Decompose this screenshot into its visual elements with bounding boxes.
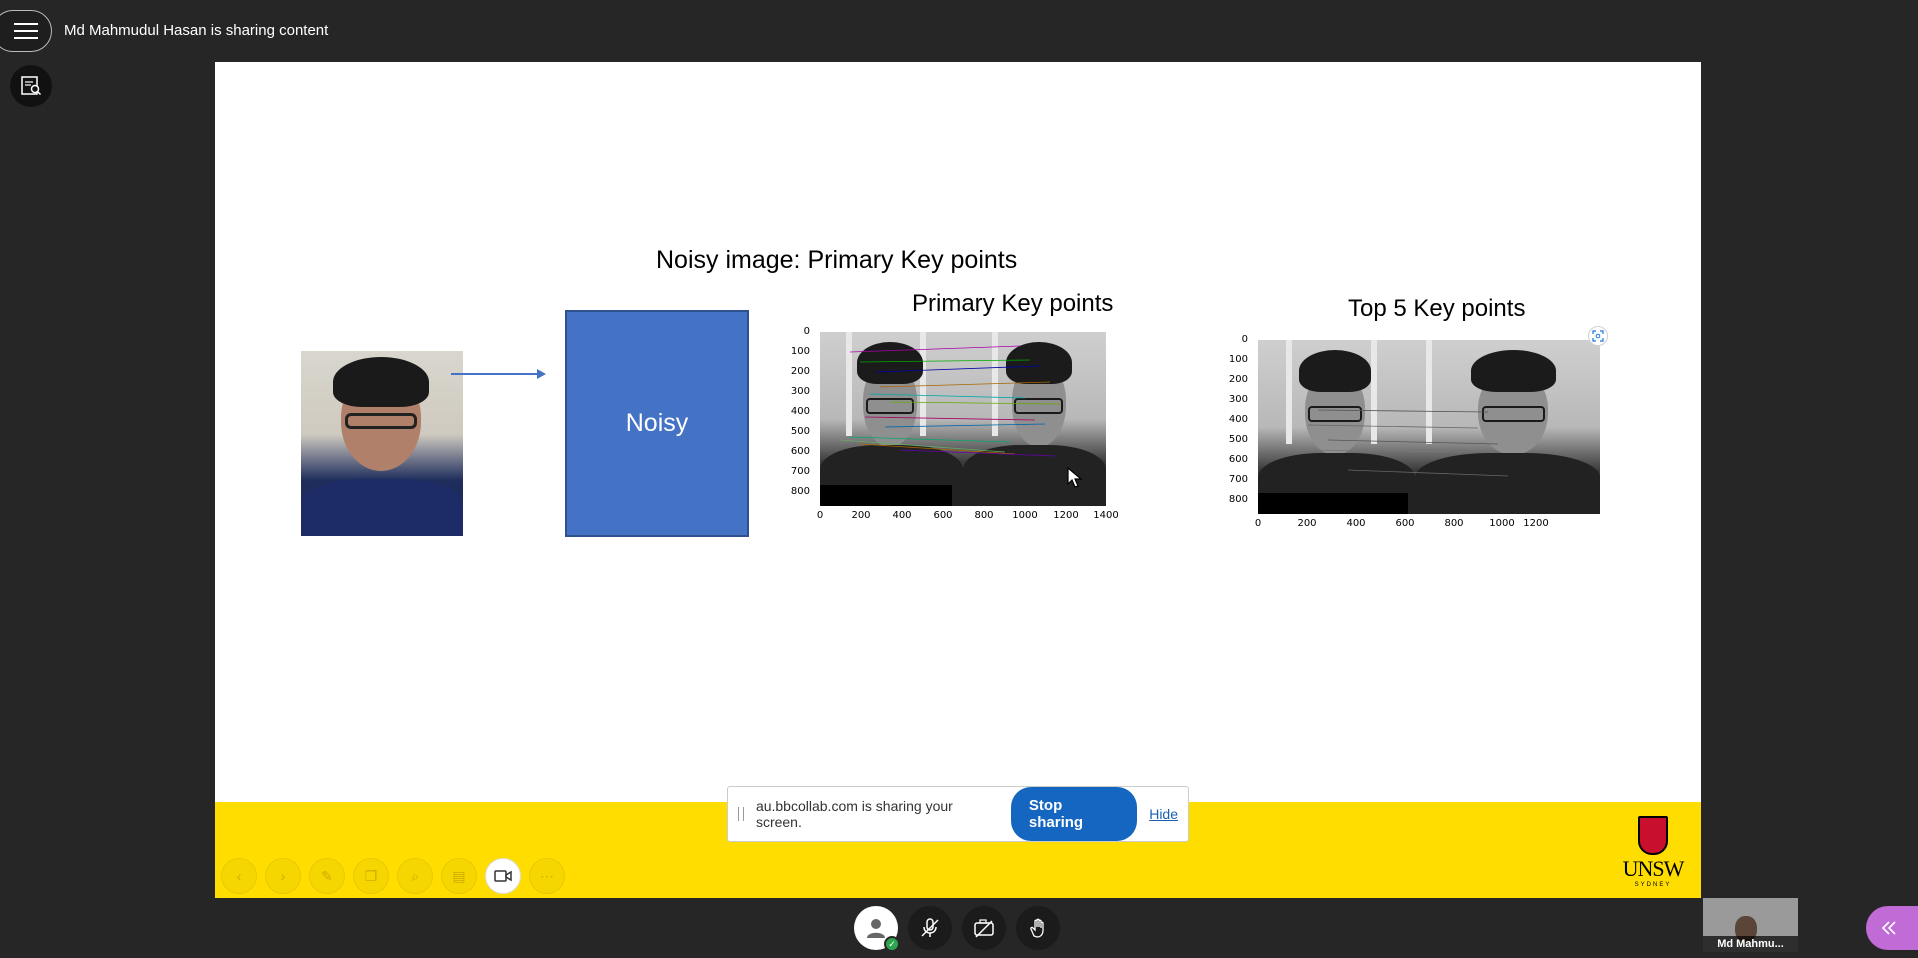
x-tick: 800 [1444,518,1464,529]
chevron-right-icon: › [280,868,286,884]
original-photo [301,351,463,536]
hamburger-icon [14,23,38,39]
x-tick: 200 [851,510,871,521]
x-tick: 600 [1395,518,1415,529]
y-tick: 600 [790,446,810,457]
sharing-status-title: Md Mahmudul Hasan is sharing content [64,22,329,39]
copy-icon: ❐ [364,867,378,884]
camera-button[interactable] [485,858,521,894]
slide-view-button[interactable]: ▤ [441,858,477,894]
x-tick: 400 [1346,518,1366,529]
annotation-toolbar: ‹ › ✎ ❐ ⌕ ▤ ⋯ [221,858,565,894]
screen-share-notice: au.bbcollab.com is sharing your screen. … [727,786,1189,842]
y-tick: 200 [790,366,810,377]
y-tick: 800 [790,486,810,497]
x-tick: 1000 [1012,510,1038,521]
top5-match-image [1258,340,1600,514]
participant-name: Md Mahmu... [1703,936,1798,952]
shared-slide: Noisy image: Primary Key points Noisy Pr… [215,62,1701,898]
double-chevron-left-icon [1881,921,1896,935]
more-icon: ⋯ [540,867,554,884]
more-options-button[interactable]: ⋯ [529,858,565,894]
copy-button[interactable]: ❐ [353,858,389,894]
y-tick: 100 [1228,354,1248,365]
top5-match-lines [1297,409,1509,477]
x-tick: 1400 [1093,510,1119,521]
x-tick: 1200 [1053,510,1079,521]
y-tick: 200 [1228,374,1248,385]
zoom-icon: ⌕ [411,867,419,884]
drag-handle-icon[interactable] [738,807,744,821]
y-tick: 400 [790,406,810,417]
match-lines [839,345,1061,457]
x-tick: 400 [892,510,912,521]
camera-toggle-button[interactable] [962,906,1006,950]
y-tick: 100 [790,346,810,357]
mouse-cursor-icon [1067,467,1083,488]
self-video-tile[interactable]: Md Mahmu... [1703,898,1798,952]
y-tick: 500 [790,426,810,437]
y-tick: 300 [790,386,810,397]
arrow-connector [451,373,538,375]
raise-hand-button[interactable] [1016,906,1060,950]
y-tick: 600 [1228,454,1248,465]
arrow-head-icon [537,369,546,379]
microphone-button[interactable] [908,906,952,950]
camera-off-icon [974,919,994,938]
my-status-button[interactable]: ✓ [854,906,900,952]
slide-title: Noisy image: Primary Key points [656,246,1018,274]
zoom-button[interactable]: ⌕ [397,858,433,894]
focus-frame-icon [1592,330,1604,342]
hand-icon [1030,918,1044,938]
stop-sharing-button[interactable]: Stop sharing [1010,787,1138,841]
captions-panel-button[interactable] [10,65,52,107]
y-tick: 700 [790,466,810,477]
x-tick: 200 [1297,518,1317,529]
y-tick: 400 [1228,414,1248,425]
noisy-box: Noisy [565,310,749,537]
y-tick: 500 [1228,434,1248,445]
focus-icon[interactable] [1588,326,1608,346]
session-controls: ✓ [854,906,1060,952]
status-check-icon: ✓ [884,936,900,952]
hide-link[interactable]: Hide [1149,806,1178,822]
x-tick: 600 [933,510,953,521]
pen-button[interactable]: ✎ [309,858,345,894]
next-button[interactable]: › [265,858,301,894]
chart-title-primary: Primary Key points [912,290,1114,317]
unsw-logo: UNSW SYDNEY [1617,816,1689,888]
y-tick: 700 [1228,474,1248,485]
x-tick: 1200 [1523,518,1549,529]
y-tick: 300 [1228,394,1248,405]
video-camera-icon [494,870,512,882]
avatar-icon [867,919,885,938]
primary-keypoints-plot: 0 100 200 300 400 500 600 700 800 0 200 … [780,324,1119,554]
menu-button[interactable] [0,10,52,52]
chevron-left-icon: ‹ [236,868,242,884]
pen-icon: ✎ [321,867,333,884]
chat-search-icon [21,76,42,96]
x-tick: 0 [816,510,824,521]
x-tick: 0 [1254,518,1262,529]
keypoint-match-image [820,332,1106,506]
open-panel-button[interactable] [1866,906,1918,950]
mic-off-icon [921,918,939,937]
y-tick: 0 [1241,334,1248,345]
top5-keypoints-plot: 0 100 200 300 400 500 600 700 800 0 200 … [1218,332,1600,562]
share-notice-text: au.bbcollab.com is sharing your screen. [755,798,953,830]
y-tick: 0 [803,326,810,337]
slides-icon: ▤ [452,867,466,884]
previous-button[interactable]: ‹ [221,858,257,894]
chart-title-top5: Top 5 Key points [1348,295,1526,322]
x-tick: 800 [974,510,994,521]
unsw-crest-icon [1638,816,1668,855]
y-tick: 800 [1228,494,1248,505]
